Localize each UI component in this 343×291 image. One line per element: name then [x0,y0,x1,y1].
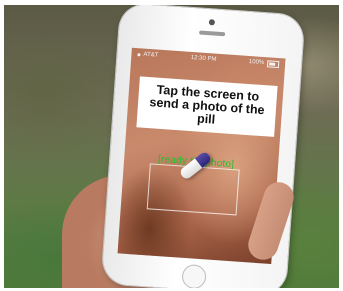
battery-percent: 100% [248,58,265,67]
tap-prompt[interactable]: Tap the screen to send a photo of the pi… [136,76,278,137]
speaker-grille [199,30,226,37]
status-bar: AT&T 12:30 PM 100% [131,48,285,71]
battery-icon [266,59,280,68]
carrier-label: AT&T [143,51,159,59]
home-button[interactable] [181,263,207,288]
front-camera-icon [208,19,216,26]
photo-background: AT&T 12:30 PM 100% Tap the screen to sen… [4,5,339,288]
clock: 12:30 PM [190,54,217,63]
signal-icon [137,52,141,56]
